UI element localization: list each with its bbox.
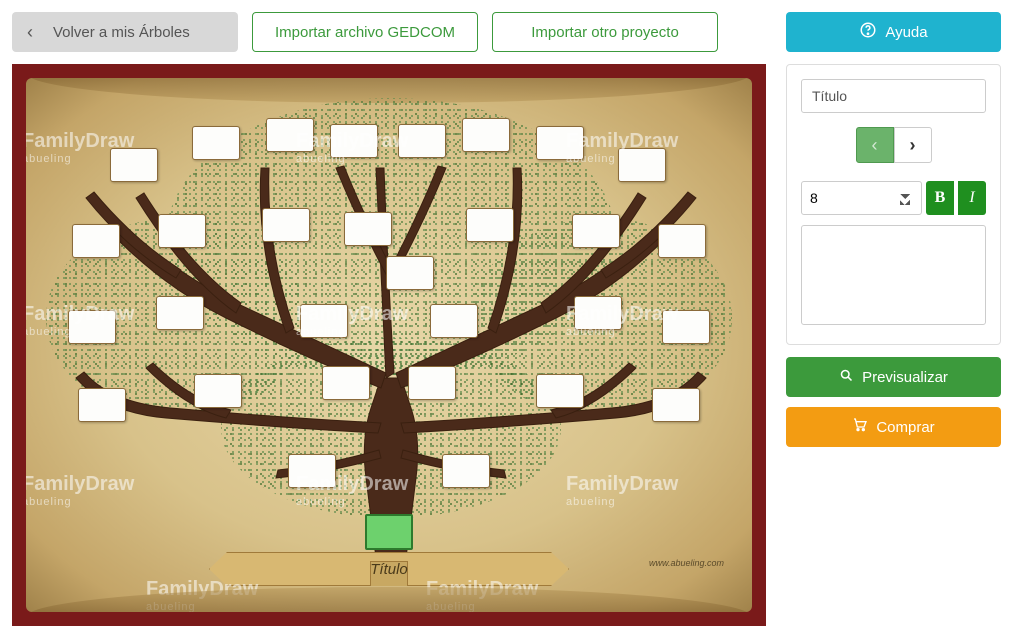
import-gedcom-button[interactable]: Importar archivo GEDCOM: [252, 12, 478, 52]
tree-node[interactable]: [344, 212, 392, 246]
tree-node[interactable]: [536, 126, 584, 160]
tree-node[interactable]: [156, 296, 204, 330]
tree-node[interactable]: [386, 256, 434, 290]
prev-button[interactable]: ‹: [856, 127, 894, 163]
editor-panel: ‹ › 8 B I: [786, 64, 1001, 345]
parchment-background: Título www.abueling.com FamilyDrawabueli…: [26, 78, 752, 612]
import-project-button[interactable]: Importar otro proyecto: [492, 12, 718, 52]
preview-button[interactable]: Previsualizar: [786, 357, 1001, 397]
help-button[interactable]: Ayuda: [786, 12, 1001, 52]
tree-node[interactable]: [72, 224, 120, 258]
tree-node[interactable]: [194, 374, 242, 408]
buy-button[interactable]: Comprar: [786, 407, 1001, 447]
tree-node[interactable]: [266, 118, 314, 152]
tree-node[interactable]: [442, 454, 490, 488]
help-circle-icon: [859, 21, 877, 43]
tree-node[interactable]: [192, 126, 240, 160]
tree-node[interactable]: [398, 124, 446, 158]
tree-node[interactable]: [652, 388, 700, 422]
tree-root-node[interactable]: [365, 514, 413, 550]
tree-node[interactable]: [618, 148, 666, 182]
tree-node[interactable]: [262, 208, 310, 242]
tree-node[interactable]: [300, 304, 348, 338]
chevron-left-icon: ‹: [27, 22, 33, 43]
search-icon: [839, 368, 854, 387]
font-size-select[interactable]: 8: [801, 181, 922, 215]
tree-node[interactable]: [322, 366, 370, 400]
tree-node[interactable]: [158, 214, 206, 248]
tree-node[interactable]: [572, 214, 620, 248]
italic-button[interactable]: I: [958, 181, 986, 215]
tree-node[interactable]: [574, 296, 622, 330]
tree-node[interactable]: [658, 224, 706, 258]
tree-node[interactable]: [462, 118, 510, 152]
next-button[interactable]: ›: [894, 127, 932, 163]
tree-node[interactable]: [330, 124, 378, 158]
chevron-left-icon: ‹: [872, 135, 878, 156]
tree-node[interactable]: [288, 454, 336, 488]
tree-node[interactable]: [110, 148, 158, 182]
tree-node[interactable]: [78, 388, 126, 422]
back-to-trees-button[interactable]: ‹ Volver a mis Árboles: [12, 12, 238, 52]
tree-node[interactable]: [68, 310, 116, 344]
bold-button[interactable]: B: [926, 181, 954, 215]
title-input[interactable]: [801, 79, 986, 113]
tree-node[interactable]: [430, 304, 478, 338]
back-label: Volver a mis Árboles: [53, 24, 190, 41]
cart-icon: [852, 417, 868, 437]
node-text-area[interactable]: [801, 225, 986, 325]
tree-canvas[interactable]: Título www.abueling.com FamilyDrawabueli…: [12, 64, 766, 626]
site-url-text: www.abueling.com: [649, 558, 724, 568]
chevron-right-icon: ›: [910, 135, 916, 156]
title-banner[interactable]: Título: [209, 552, 569, 586]
tree-node[interactable]: [408, 366, 456, 400]
tree-node[interactable]: [536, 374, 584, 408]
tree-node[interactable]: [662, 310, 710, 344]
nav-arrows-group: ‹ ›: [801, 127, 986, 163]
tree-node[interactable]: [466, 208, 514, 242]
